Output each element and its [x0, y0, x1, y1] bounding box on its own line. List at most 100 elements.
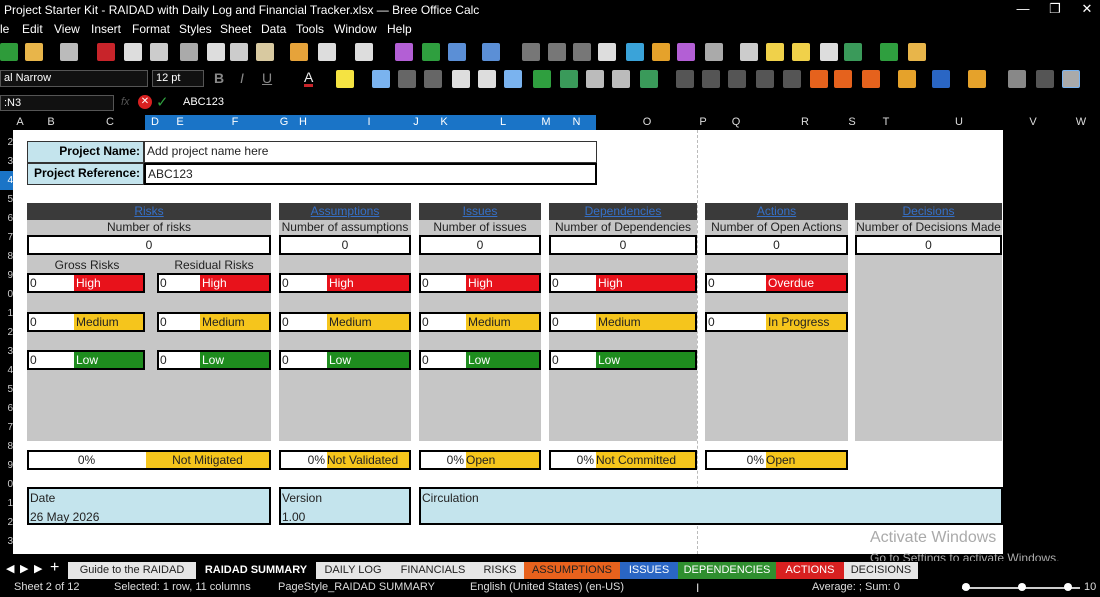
- menu-help[interactable]: Help: [387, 22, 412, 36]
- menu-window[interactable]: Window: [334, 22, 377, 36]
- menu-styles[interactable]: Styles: [179, 22, 212, 36]
- menu-sheet[interactable]: Sheet: [220, 22, 251, 36]
- print-icon[interactable]: [124, 43, 142, 61]
- column-header[interactable]: A: [13, 115, 27, 130]
- percent-icon[interactable]: [676, 70, 694, 88]
- row-icon[interactable]: [448, 43, 466, 61]
- sort-descending-icon[interactable]: [573, 43, 591, 61]
- row-header[interactable]: 3: [0, 532, 13, 551]
- tab-first-icon[interactable]: ◀: [6, 562, 14, 575]
- language-indicator[interactable]: English (United States) (en-US): [470, 581, 624, 593]
- align-left-icon[interactable]: [372, 70, 390, 88]
- menu-edit[interactable]: Edit: [22, 22, 43, 36]
- actions-link[interactable]: Actions: [705, 203, 848, 220]
- insert-image-icon[interactable]: [626, 43, 644, 61]
- row-header[interactable]: 4: [0, 171, 13, 190]
- menu-format[interactable]: Format: [132, 22, 170, 36]
- risks-link[interactable]: Risks: [27, 203, 271, 220]
- tab-guide[interactable]: Guide to the RAIDAD: [68, 562, 196, 579]
- menu-insert[interactable]: Insert: [91, 22, 121, 36]
- export-pdf-icon[interactable]: [97, 43, 115, 61]
- column-header[interactable]: V: [1004, 115, 1062, 130]
- tab-issues[interactable]: ISSUES: [620, 562, 678, 579]
- font-name-box[interactable]: al Narrow: [0, 70, 148, 87]
- row-header[interactable]: 2: [0, 513, 13, 532]
- row-header[interactable]: 9: [0, 456, 13, 475]
- autospellcheck-icon[interactable]: [422, 43, 440, 61]
- tab-financials[interactable]: FINANCIALS: [390, 562, 476, 579]
- row-header[interactable]: 0: [0, 475, 13, 494]
- spellcheck-icon[interactable]: [180, 43, 198, 61]
- decisions-link[interactable]: Decisions: [855, 203, 1002, 220]
- accept-icon[interactable]: ✓: [156, 93, 169, 111]
- cut-icon[interactable]: [207, 43, 225, 61]
- formula-input[interactable]: ABC123: [180, 95, 1100, 111]
- zoom-in-handle[interactable]: [1064, 583, 1072, 591]
- column-header[interactable]: S: [846, 115, 858, 130]
- tab-next-icon[interactable]: ▶: [34, 562, 42, 575]
- column-header[interactable]: T: [858, 115, 914, 130]
- undo-icon[interactable]: [318, 43, 336, 61]
- show-draw-functions-icon[interactable]: [908, 43, 926, 61]
- font-size-box[interactable]: 12 pt: [152, 70, 204, 87]
- date-box[interactable]: Date 26 May 2026: [27, 487, 271, 525]
- pivot-table-icon[interactable]: [677, 43, 695, 61]
- minimize-button[interactable]: —: [1008, 1, 1038, 19]
- center-vertically-icon[interactable]: [478, 70, 496, 88]
- function-wizard-icon[interactable]: fx: [121, 96, 130, 108]
- row-header[interactable]: 6: [0, 209, 13, 228]
- tab-dependencies[interactable]: DEPENDENCIES: [678, 562, 776, 579]
- column-header[interactable]: M: [535, 115, 557, 130]
- redo-icon[interactable]: [355, 43, 373, 61]
- conditional-format-icon[interactable]: [968, 70, 986, 88]
- left-to-right-icon[interactable]: [1008, 70, 1026, 88]
- zoom-slider-thumb[interactable]: [1018, 583, 1026, 591]
- conditional-icon[interactable]: [612, 70, 630, 88]
- row-header[interactable]: 5: [0, 380, 13, 399]
- column-header[interactable]: B: [27, 115, 75, 130]
- borders-icon[interactable]: [862, 70, 880, 88]
- insert-chart-icon[interactable]: [652, 43, 670, 61]
- row-header[interactable]: 6: [0, 399, 13, 418]
- font-color-button[interactable]: A: [304, 70, 314, 87]
- add-sheet-icon[interactable]: +: [50, 559, 59, 577]
- merge-center-icon[interactable]: [560, 70, 578, 88]
- align-top-icon[interactable]: [452, 70, 470, 88]
- assumptions-link[interactable]: Assumptions: [279, 203, 411, 220]
- menu-tools[interactable]: Tools: [296, 22, 324, 36]
- comment-icon[interactable]: [766, 43, 784, 61]
- column-header[interactable]: J: [405, 115, 427, 130]
- column-header[interactable]: R: [764, 115, 846, 130]
- tab-prev-icon[interactable]: ▶: [20, 562, 28, 575]
- column-header[interactable]: W: [1062, 115, 1100, 130]
- cancel-icon[interactable]: ✕: [138, 95, 152, 109]
- tab-daily-log[interactable]: DAILY LOG: [316, 562, 390, 579]
- project-reference-input[interactable]: ABC123: [144, 163, 597, 185]
- open-folder-icon[interactable]: [25, 43, 43, 61]
- menu-file[interactable]: le: [0, 22, 9, 36]
- print-preview-icon[interactable]: [150, 43, 168, 61]
- sum-display[interactable]: Average: ; Sum: 0: [812, 581, 900, 593]
- dependencies-link[interactable]: Dependencies: [549, 203, 697, 220]
- menu-data[interactable]: Data: [261, 22, 286, 36]
- column-header[interactable]: Q: [708, 115, 764, 130]
- hyperlink-icon[interactable]: [740, 43, 758, 61]
- circulation-box[interactable]: Circulation: [419, 487, 1003, 525]
- row-header[interactable]: 2: [0, 323, 13, 342]
- date-format-icon[interactable]: [728, 70, 746, 88]
- highlight-color-icon[interactable]: [336, 70, 354, 88]
- row-header[interactable]: 2: [0, 133, 13, 152]
- column-header[interactable]: P: [698, 115, 708, 130]
- save-icon[interactable]: [60, 43, 78, 61]
- define-print-area-icon[interactable]: [820, 43, 838, 61]
- align-center-icon[interactable]: [398, 70, 416, 88]
- column-icon[interactable]: [482, 43, 500, 61]
- wrap-text-icon[interactable]: [533, 70, 551, 88]
- name-box[interactable]: :N3: [0, 95, 114, 111]
- row-header[interactable]: 5: [0, 190, 13, 209]
- version-box[interactable]: Version 1.00: [279, 487, 411, 525]
- border-style-icon[interactable]: [898, 70, 916, 88]
- column-header[interactable]: E: [165, 115, 195, 130]
- right-to-left-icon[interactable]: [1036, 70, 1054, 88]
- delete-decimal-icon[interactable]: [783, 70, 801, 88]
